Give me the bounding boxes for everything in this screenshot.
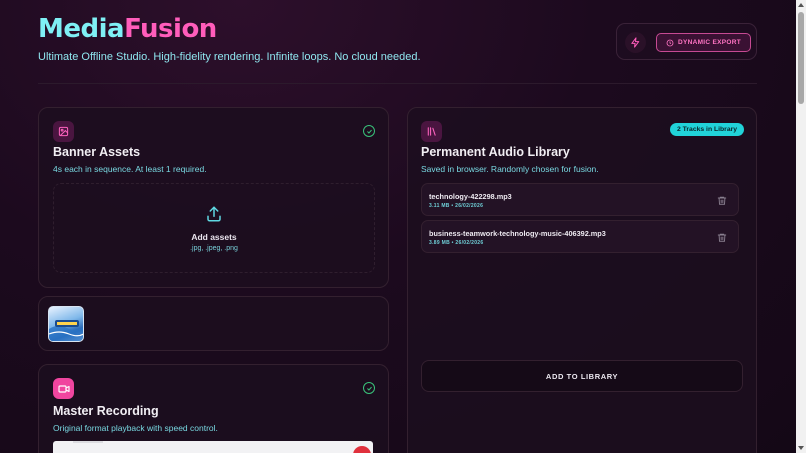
brand-part-fusion: Fusion	[124, 14, 217, 44]
dropzone-formats: .jpg, .jpeg, .png	[190, 245, 238, 252]
library-title: Permanent Audio Library	[421, 145, 570, 159]
track-name: business-teamwork-technology-music-40639…	[429, 229, 606, 238]
library-icon	[427, 127, 436, 136]
video-preview[interactable]	[53, 441, 373, 453]
library-subtitle: Saved in browser. Randomly chosen for fu…	[421, 164, 599, 174]
record-indicator	[353, 446, 371, 453]
tagline: Ultimate Offline Studio. High-fidelity r…	[38, 51, 421, 63]
header-divider	[38, 83, 757, 84]
page-scrollbar[interactable]	[796, 0, 806, 453]
banner-icon-box	[53, 121, 74, 142]
header-actions: DYNAMIC EXPORT	[616, 23, 757, 60]
upload-icon	[207, 206, 221, 222]
trash-icon[interactable]	[717, 232, 727, 243]
audio-library-card: Permanent Audio Library Saved in browser…	[407, 107, 757, 453]
dropzone-title: Add assets	[191, 232, 237, 242]
image-icon	[58, 126, 69, 137]
track-meta: 3.11 MB • 26/02/2026	[429, 203, 484, 209]
asset-dropzone[interactable]: Add assets .jpg, .jpeg, .png	[53, 183, 375, 273]
video-icon	[57, 384, 70, 393]
master-recording-card: Master Recording Original format playbac…	[38, 364, 389, 453]
recording-icon-box	[53, 378, 74, 399]
brand-part-media: Media	[38, 14, 125, 44]
banner-subtitle: 4s each in sequence. At least 1 required…	[53, 164, 207, 174]
track-meta: 3.89 MB • 26/02/2026	[429, 240, 484, 246]
check-circle-icon	[363, 125, 375, 137]
asset-thumbnail[interactable]	[48, 306, 84, 342]
trash-icon[interactable]	[717, 195, 727, 206]
add-to-library-button[interactable]: ADD TO LIBRARY	[421, 360, 743, 392]
brand-logo: MediaFusion	[38, 14, 217, 44]
app-page: MediaFusion Ultimate Offline Studio. Hig…	[0, 0, 796, 453]
check-circle-icon	[363, 382, 375, 394]
banner-title: Banner Assets	[53, 145, 141, 159]
track-item[interactable]: business-teamwork-technology-music-40639…	[421, 220, 739, 253]
clock-icon	[666, 39, 674, 46]
bolt-button[interactable]	[625, 32, 646, 53]
scroll-thumb[interactable]	[798, 12, 804, 104]
track-item[interactable]: technology-422298.mp3 3.11 MB • 26/02/20…	[421, 183, 739, 216]
library-icon-box	[421, 121, 442, 142]
tracks-count-badge: 2 Tracks in Library	[670, 123, 744, 136]
scroll-up-arrow-icon[interactable]	[798, 3, 804, 7]
dynamic-export-label: DYNAMIC EXPORT	[677, 39, 742, 46]
bolt-icon	[631, 37, 640, 48]
recording-title: Master Recording	[53, 404, 159, 418]
asset-thumbnails	[38, 296, 389, 351]
banner-assets-card: Banner Assets 4s each in sequence. At le…	[38, 107, 389, 288]
recording-subtitle: Original format playback with speed cont…	[53, 423, 218, 433]
scroll-down-arrow-icon[interactable]	[798, 446, 804, 450]
track-name: technology-422298.mp3	[429, 192, 512, 201]
dynamic-export-button[interactable]: DYNAMIC EXPORT	[656, 33, 751, 52]
